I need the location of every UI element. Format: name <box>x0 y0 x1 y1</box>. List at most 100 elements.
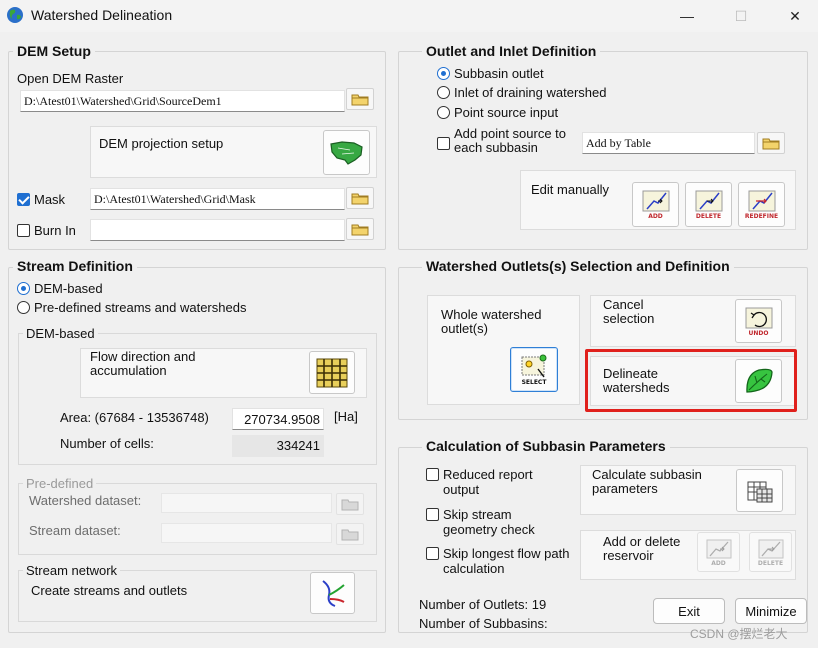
cells-label: Number of cells: <box>60 436 154 451</box>
predefined-subgroup-title: Pre-defined <box>23 476 97 491</box>
dem-path-input[interactable]: D:\Atest01\Watershed\Grid\SourceDem1 <box>20 90 345 112</box>
exit-button[interactable]: Exit <box>653 598 725 624</box>
map-icon <box>329 140 363 165</box>
mask-label: Mask <box>34 192 66 207</box>
watershed-outlets-title: Watershed Outlets(s) Selection and Defin… <box>422 258 734 274</box>
folder-icon <box>341 529 359 541</box>
add-point-source-label: Add point source to each subbasin <box>454 126 567 155</box>
csdn-watermark: CSDN @摆烂老大 <box>690 627 788 641</box>
predefined-option-label: Pre-defined streams and watersheds <box>34 300 247 315</box>
dem-based-option-label: DEM-based <box>34 281 103 296</box>
skip-longest-label: Skip longest flow path calculation <box>443 546 570 576</box>
add-by-table-input[interactable]: Add by Table <box>582 132 755 154</box>
flow-direction-label: Flow direction and accumulation <box>90 349 196 378</box>
reduced-report-checkbox[interactable] <box>426 468 439 481</box>
delete-outlet-button[interactable]: DELETE <box>685 182 732 227</box>
stream-dataset-label: Stream dataset: <box>29 523 121 538</box>
stream-network-icon <box>321 580 345 607</box>
dem-projection-label: DEM projection setup <box>99 136 224 151</box>
stream-dataset-input[interactable] <box>161 523 332 543</box>
delete-reservoir-button[interactable]: DELETE <box>749 532 792 572</box>
cells-value: 334241 <box>232 435 324 457</box>
redefine-outlet-button[interactable]: REDEFINE <box>738 182 785 227</box>
undo-icon <box>745 307 772 328</box>
folder-icon <box>351 193 369 205</box>
maximize-window-button[interactable]: ☐ <box>718 0 764 32</box>
select-caption: SELECT <box>521 379 547 386</box>
skip-stream-checkbox[interactable] <box>426 508 439 521</box>
folder-icon <box>341 499 359 511</box>
number-of-outlets-label: Number of Outlets: 19 <box>419 597 547 612</box>
cancel-selection-label: Cancel selection <box>603 297 655 326</box>
flow-direction-button[interactable] <box>309 351 355 394</box>
grid-icon <box>316 358 348 387</box>
delete-reservoir-caption: DELETE <box>757 559 784 567</box>
undo-caption: UNDO <box>748 329 769 337</box>
globe-icon <box>7 7 23 23</box>
add-point-source-checkbox[interactable] <box>437 137 450 150</box>
calc-subbasin-button[interactable] <box>736 469 783 512</box>
dem-setup-title: DEM Setup <box>13 43 95 59</box>
calc-subbasin-label: Calculate subbasin parameters <box>592 467 702 496</box>
mask-browse-button[interactable] <box>346 187 374 209</box>
stream-dataset-browse-button[interactable] <box>336 523 364 545</box>
create-streams-label: Create streams and outlets <box>31 583 188 598</box>
subbasin-outlet-radio[interactable] <box>437 67 450 80</box>
folder-icon <box>351 94 369 106</box>
stream-definition-title: Stream Definition <box>13 258 137 274</box>
watershed-dataset-input[interactable] <box>161 493 332 513</box>
subbasin-outlet-label: Subbasin outlet <box>454 66 544 81</box>
whole-watershed-label: Whole watershed outlet(s) <box>441 307 542 336</box>
window-title: Watershed Delineation <box>31 7 173 23</box>
stream-network-title: Stream network <box>23 563 121 578</box>
subbasin-params-title: Calculation of Subbasin Parameters <box>422 438 670 454</box>
reservoir-label: Add or delete reservoir <box>603 534 681 563</box>
outlet-inlet-title: Outlet and Inlet Definition <box>422 43 601 59</box>
minimize-button[interactable]: Minimize <box>735 598 807 624</box>
delete-outlet-caption: DELETE <box>695 213 722 220</box>
minimize-window-button[interactable]: — <box>664 0 710 32</box>
close-window-button[interactable]: ✕ <box>772 0 818 32</box>
dem-browse-button[interactable] <box>346 88 374 110</box>
burn-in-label: Burn In <box>34 223 76 238</box>
minimize-icon: — <box>680 8 694 24</box>
redefine-outlet-icon <box>748 190 775 212</box>
reduced-report-label: Reduced report output <box>443 467 533 497</box>
add-reservoir-icon <box>706 539 731 558</box>
add-reservoir-button[interactable]: ADD <box>697 532 740 572</box>
add-by-table-browse-button[interactable] <box>757 132 785 154</box>
area-unit-label: [Ha] <box>334 409 358 424</box>
inlet-label: Inlet of draining watershed <box>454 85 607 100</box>
burn-in-checkbox[interactable] <box>17 224 30 237</box>
create-streams-button[interactable] <box>310 572 355 614</box>
watershed-dataset-browse-button[interactable] <box>336 493 364 515</box>
area-label: Area: (67684 - 13536748) <box>60 410 209 425</box>
edit-manually-label: Edit manually <box>531 182 610 197</box>
select-icon <box>521 354 547 378</box>
watershed-dataset-label: Watershed dataset: <box>29 493 142 508</box>
calculate-table-icon <box>747 481 772 502</box>
folder-icon <box>351 224 369 236</box>
open-dem-raster-label: Open DEM Raster <box>17 71 124 86</box>
point-source-radio[interactable] <box>437 106 450 119</box>
mask-path-input[interactable]: D:\Atest01\Watershed\Grid\Mask <box>90 188 345 210</box>
skip-longest-checkbox[interactable] <box>426 547 439 560</box>
redefine-outlet-caption: REDEFINE <box>744 213 779 220</box>
select-outlet-button[interactable]: SELECT <box>510 347 558 392</box>
burn-in-path-input[interactable] <box>90 219 345 241</box>
delete-reservoir-icon <box>758 539 783 558</box>
mask-checkbox[interactable] <box>17 193 30 206</box>
delineate-highlight-box <box>585 349 797 412</box>
folder-icon <box>762 138 780 150</box>
maximize-icon: ☐ <box>734 7 748 24</box>
add-reservoir-caption: ADD <box>711 559 726 567</box>
inlet-radio[interactable] <box>437 86 450 99</box>
area-input[interactable]: 270734.9508 <box>232 408 324 430</box>
close-icon: ✕ <box>789 7 801 24</box>
undo-selection-button[interactable]: UNDO <box>735 299 782 343</box>
burn-in-browse-button[interactable] <box>346 218 374 240</box>
predefined-radio[interactable] <box>17 301 30 314</box>
add-outlet-button[interactable]: ADD <box>632 182 679 227</box>
dem-based-radio[interactable] <box>17 282 30 295</box>
dem-projection-button[interactable] <box>323 130 370 175</box>
